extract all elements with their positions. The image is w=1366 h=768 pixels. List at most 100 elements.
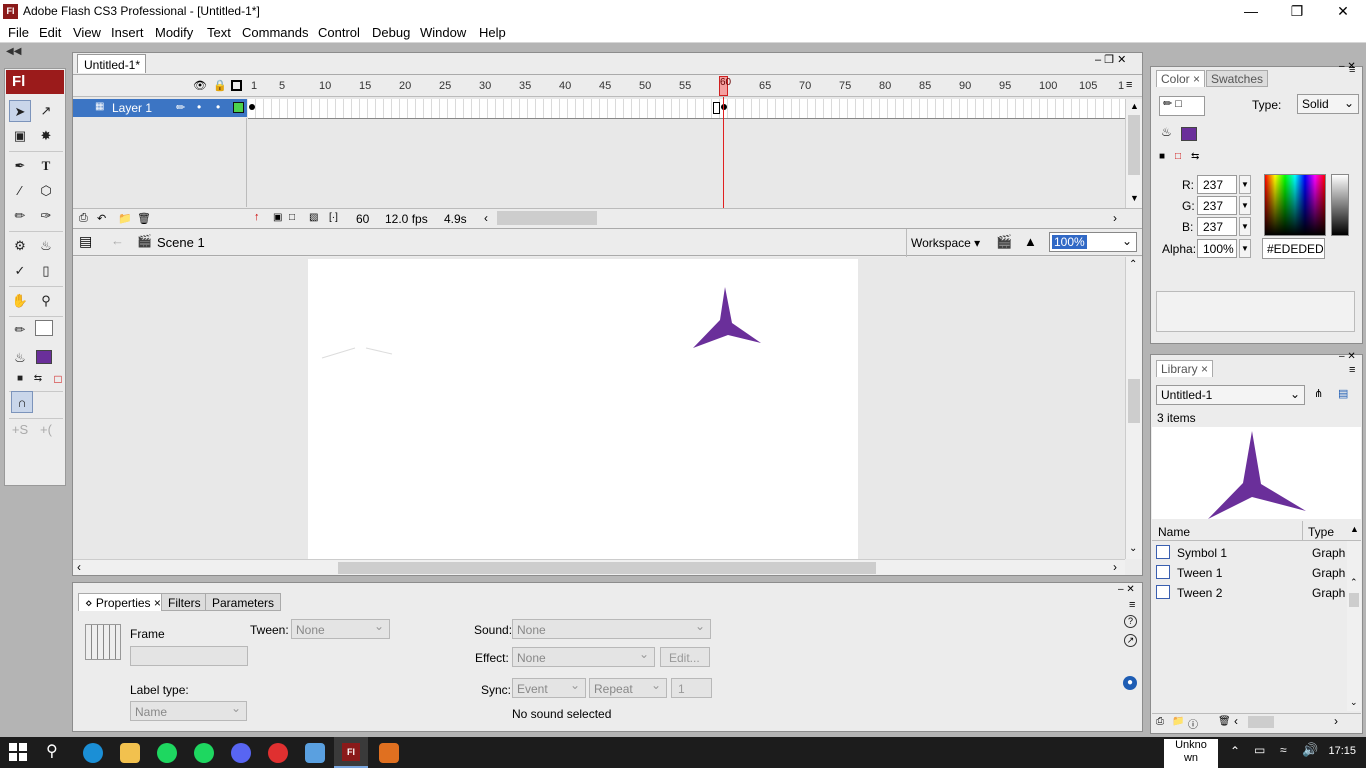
- add-motion-guide-icon[interactable]: ↶: [97, 212, 106, 225]
- col-type-header[interactable]: Type: [1308, 525, 1334, 539]
- star-symbol[interactable]: [693, 287, 761, 348]
- fill-type-select[interactable]: Solid ⌄: [1297, 94, 1359, 114]
- panel-menu-icon[interactable]: ≡: [1349, 64, 1355, 76]
- document-tab[interactable]: Untitled-1*: [77, 54, 146, 73]
- zoom-select[interactable]: 100% ⌄: [1049, 232, 1137, 252]
- accessibility-icon[interactable]: ●: [1123, 676, 1137, 690]
- windows-start-icon[interactable]: [9, 743, 27, 761]
- menu-help[interactable]: Help: [479, 25, 506, 40]
- keyframe-icon[interactable]: [721, 104, 727, 110]
- repeat-count-input[interactable]: 1: [671, 678, 712, 698]
- menu-debug[interactable]: Debug: [372, 25, 410, 40]
- timeline-vscroll[interactable]: ▲ ▼: [1125, 99, 1142, 209]
- hand-tool-icon[interactable]: ✋: [9, 290, 31, 312]
- minimize-button[interactable]: —: [1228, 0, 1274, 23]
- scroll-right-icon[interactable]: ›: [1334, 714, 1338, 728]
- lock-dot-icon[interactable]: •: [216, 100, 220, 114]
- menu-insert[interactable]: Insert: [111, 25, 144, 40]
- workspace-menu[interactable]: Workspace ▾: [911, 236, 980, 250]
- eye-icon[interactable]: 👁: [193, 79, 207, 92]
- control-panel-icon[interactable]: [305, 743, 325, 763]
- scroll-left-icon[interactable]: ‹: [1234, 714, 1238, 728]
- tab-properties[interactable]: ⋄ Properties ×: [78, 593, 168, 611]
- zoom-tool-icon[interactable]: ⚲: [35, 290, 57, 312]
- text-tool-icon[interactable]: T: [35, 155, 57, 177]
- help-icon[interactable]: ?: [1124, 615, 1137, 628]
- list-item[interactable]: Tween 2 Graph: [1155, 583, 1351, 603]
- edge-browser-icon[interactable]: [83, 743, 103, 763]
- eyedropper-tool-icon[interactable]: ✓: [9, 260, 31, 282]
- timeline-toggle-icon[interactable]: ▤: [79, 233, 92, 250]
- menu-window[interactable]: Window: [420, 25, 466, 40]
- discord-icon[interactable]: [231, 743, 251, 763]
- menu-text[interactable]: Text: [207, 25, 231, 40]
- layer-outline-color[interactable]: [233, 102, 244, 113]
- edit-button[interactable]: Edit...: [660, 647, 710, 667]
- doc-window-controls[interactable]: – ❐ ✕: [1095, 53, 1126, 66]
- visibility-dot-icon[interactable]: •: [197, 100, 201, 114]
- g-input[interactable]: 237: [1197, 196, 1237, 215]
- new-symbol-icon[interactable]: ⎙: [1156, 716, 1164, 727]
- sound-select[interactable]: None: [512, 619, 711, 639]
- menu-modify[interactable]: Modify: [155, 25, 193, 40]
- spotify-icon[interactable]: [194, 743, 214, 763]
- sync-select[interactable]: Event: [512, 678, 586, 698]
- stage-vscroll[interactable]: ⌃ ⌄: [1125, 257, 1142, 559]
- app-icon[interactable]: [379, 743, 399, 763]
- stage-hscroll-thumb[interactable]: [338, 562, 876, 574]
- stroke-color-swatch[interactable]: [35, 320, 53, 336]
- delete-layer-icon[interactable]: 🗑: [137, 212, 151, 225]
- panel-menu-icon[interactable]: ≡: [1349, 364, 1355, 376]
- onion-skin-icon[interactable]: ▣: [273, 212, 282, 223]
- subselection-tool-icon[interactable]: ↗: [35, 100, 57, 122]
- tray-chevron-icon[interactable]: ⌃: [1230, 744, 1240, 758]
- edit-scene-icon[interactable]: 🎬: [996, 234, 1012, 250]
- g-spinner-icon[interactable]: ▼: [1239, 196, 1251, 215]
- properties-icon[interactable]: ⓘ: [1188, 716, 1198, 731]
- edit-in-place-icon[interactable]: ↗: [1124, 634, 1137, 647]
- delete-icon[interactable]: 🗑: [1218, 716, 1231, 727]
- tools-panel-grip[interactable]: ◀◀: [0, 44, 70, 64]
- col-name-header[interactable]: Name: [1158, 525, 1190, 539]
- center-frame-icon[interactable]: ↑: [254, 211, 260, 223]
- snap-to-objects-icon[interactable]: ∩: [11, 391, 33, 413]
- flash-taskbar-button[interactable]: Fl: [334, 737, 368, 768]
- library-hscroll-thumb[interactable]: [1248, 716, 1274, 728]
- frames-row[interactable]: [248, 99, 1128, 119]
- frame-label-input[interactable]: [130, 646, 248, 666]
- new-folder-icon[interactable]: 📁: [1172, 716, 1184, 727]
- repeat-select[interactable]: Repeat: [589, 678, 667, 698]
- restore-button[interactable]: ❐: [1274, 0, 1320, 23]
- media-player-icon[interactable]: [268, 743, 288, 763]
- spotify-icon[interactable]: [157, 743, 177, 763]
- pen-tool-icon[interactable]: ✒: [9, 155, 31, 177]
- pin-library-icon[interactable]: ⋔: [1314, 387, 1323, 400]
- edit-multiple-frames-icon[interactable]: ▧: [309, 212, 318, 223]
- alpha-spinner-icon[interactable]: ▼: [1239, 239, 1251, 258]
- hex-input[interactable]: #EDEDED: [1262, 238, 1325, 259]
- no-color-icon[interactable]: □: [1175, 151, 1181, 162]
- no-color-icon[interactable]: □: [47, 368, 69, 390]
- stroke-color-button[interactable]: ✏ □: [1159, 96, 1205, 116]
- lock-icon[interactable]: 🔒: [213, 79, 227, 92]
- r-input[interactable]: 237: [1197, 175, 1237, 194]
- onion-outlines-icon[interactable]: □: [289, 212, 295, 223]
- battery-icon[interactable]: ▭: [1254, 743, 1265, 757]
- tween-select[interactable]: None: [291, 619, 390, 639]
- black-white-icon[interactable]: ■: [1159, 151, 1165, 162]
- keyframe-icon[interactable]: [249, 104, 255, 110]
- collapse-arrows-icon[interactable]: ◀◀: [6, 46, 21, 57]
- stage-vscroll-thumb[interactable]: [1128, 379, 1140, 423]
- menu-control[interactable]: Control: [318, 25, 360, 40]
- layer-name[interactable]: Layer 1: [112, 101, 152, 115]
- fill-color-swatch[interactable]: [1181, 127, 1197, 141]
- tab-swatches[interactable]: Swatches: [1206, 70, 1269, 87]
- pencil-tool-icon[interactable]: ✏: [9, 205, 31, 227]
- playhead[interactable]: 60: [719, 76, 731, 96]
- color-spectrum[interactable]: [1264, 174, 1326, 236]
- ink-bottle-tool-icon[interactable]: ⚙: [9, 235, 31, 257]
- close-window-button[interactable]: ✕: [1320, 0, 1366, 23]
- list-item[interactable]: Tween 1 Graph: [1155, 563, 1351, 583]
- lasso-tool-icon[interactable]: ✸: [35, 125, 57, 147]
- insert-layer-icon[interactable]: ⎙: [79, 212, 88, 225]
